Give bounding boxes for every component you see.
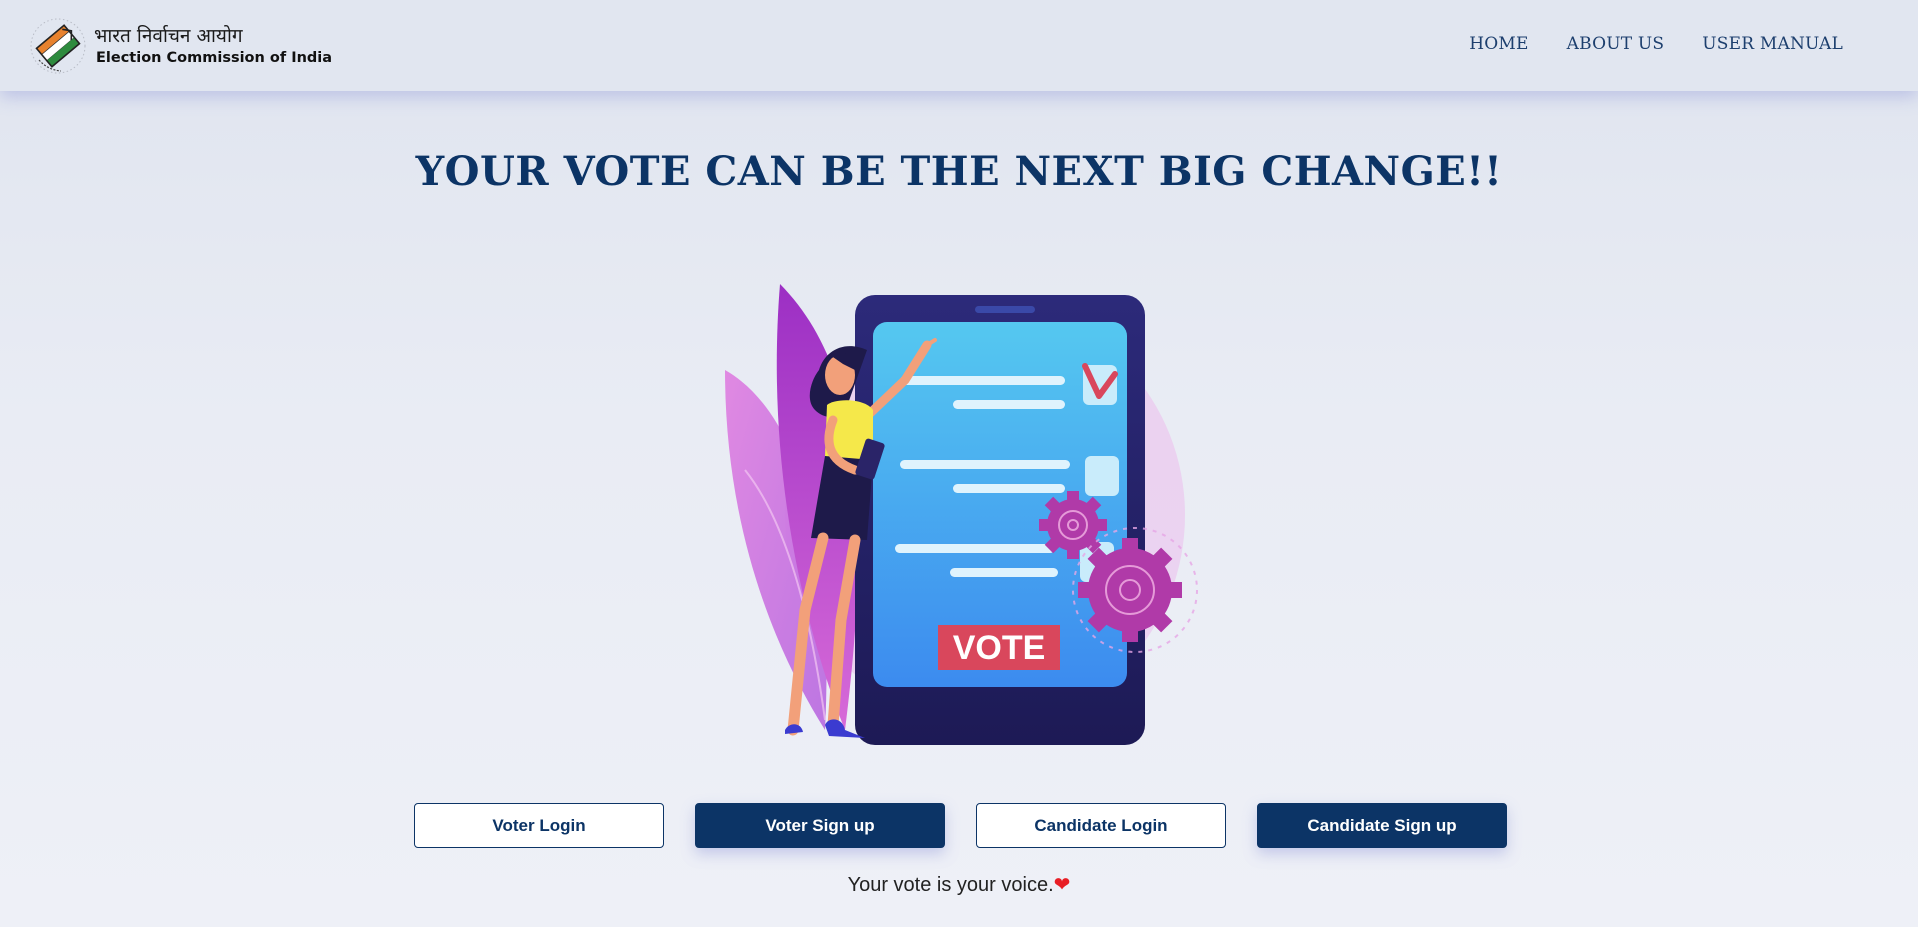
brand[interactable]: भारत निर्वाचन आयोग Election Commission o… <box>28 16 332 76</box>
candidate-signup-button[interactable]: Candidate Sign up <box>1257 803 1507 848</box>
heart-icon: ❤ <box>1053 874 1071 896</box>
hero-headline: YOUR VOTE CAN BE THE NEXT BIG CHANGE!! <box>415 148 1503 195</box>
voter-login-button[interactable]: Voter Login <box>414 803 664 848</box>
eci-logo-icon <box>30 18 86 74</box>
voter-signup-button[interactable]: Voter Sign up <box>695 803 945 848</box>
candidate-login-button[interactable]: Candidate Login <box>976 803 1226 848</box>
brand-english-name: Election Commission of India <box>96 49 333 66</box>
gear-small-icon <box>1039 491 1107 559</box>
tagline-text: Your vote is your voice. <box>847 874 1054 896</box>
brand-hindi-name: भारत निर्वाचन आयोग <box>94 24 243 47</box>
main-nav: HOME ABOUT US USER MANUAL <box>1469 34 1843 54</box>
tagline: Your vote is your voice.❤ <box>0 872 1918 897</box>
nav-user-manual-link[interactable]: USER MANUAL <box>1702 34 1843 54</box>
nav-home-link[interactable]: HOME <box>1469 34 1528 54</box>
gear-large-icon <box>1078 538 1182 642</box>
vote-badge-label: VOTE <box>953 629 1046 667</box>
voting-phone-illustration: VOTE <box>725 284 1198 745</box>
top-navbar: भारत निर्वाचन आयोग Election Commission o… <box>0 0 1918 91</box>
auth-button-row: Voter Login Voter Sign up Candidate Logi… <box>414 803 1507 848</box>
phone-speaker <box>975 306 1035 313</box>
nav-about-us-link[interactable]: ABOUT US <box>1567 34 1665 54</box>
